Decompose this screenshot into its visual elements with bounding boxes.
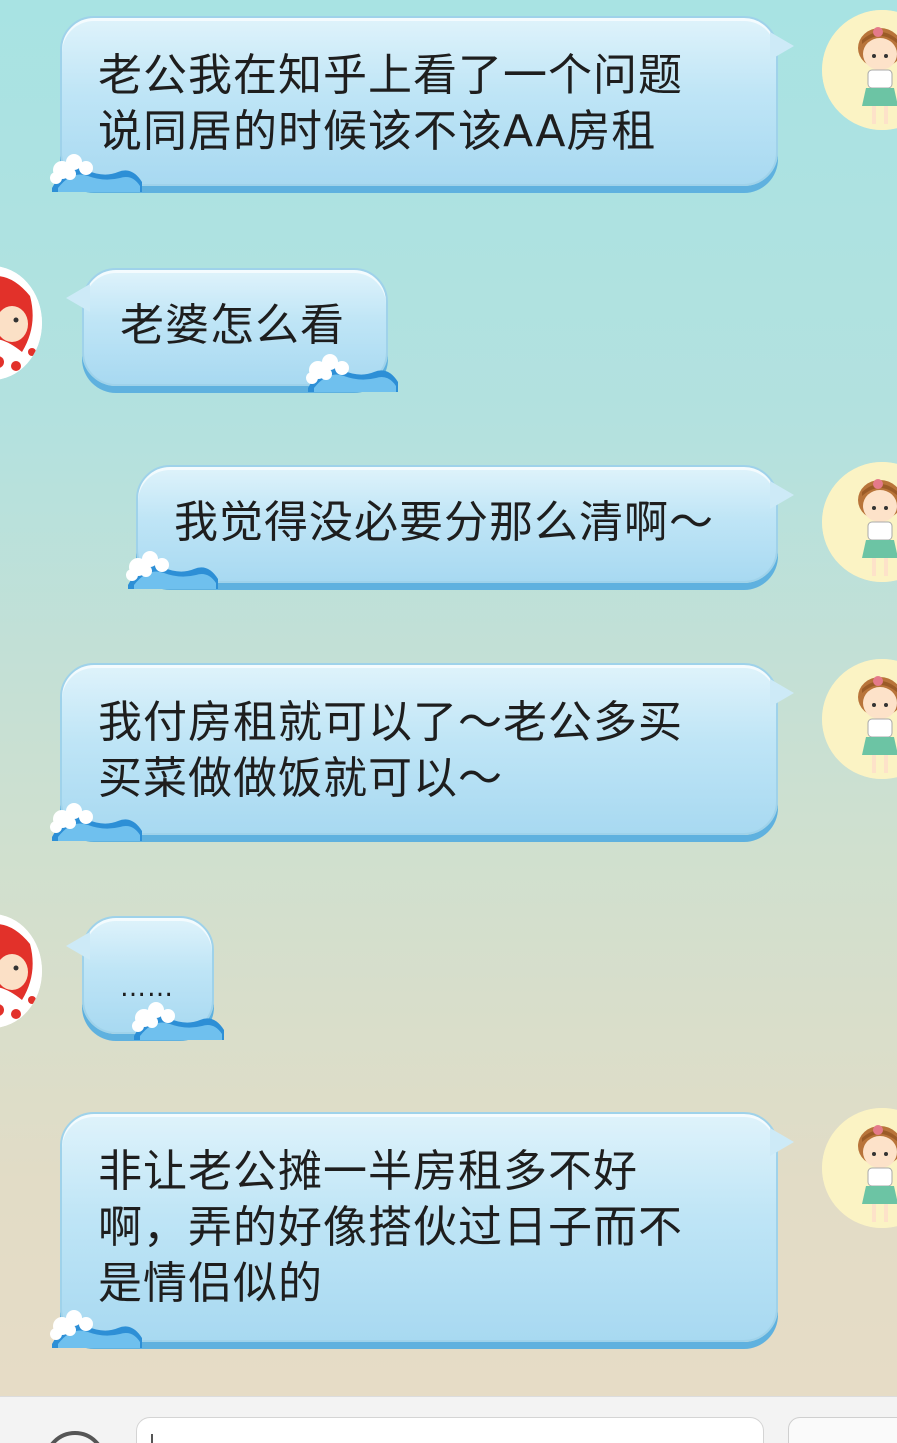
girl-avatar-icon[interactable]	[822, 659, 897, 779]
message-text: 非让老公摊一半房租多不好 啊，弄的好像搭伙过日子而不 是情侣似的	[98, 1146, 683, 1309]
girl-avatar-icon[interactable]	[822, 1108, 897, 1228]
wave-icon	[124, 545, 220, 589]
bubble-tail	[770, 481, 794, 509]
message-bubble-received[interactable]: 老婆怎么看	[66, 268, 388, 386]
input-bar	[0, 1396, 897, 1443]
message-bubble-sent[interactable]: 我觉得没必要分那么清啊～	[136, 465, 794, 583]
bubble-tail	[770, 1128, 794, 1156]
chat-area[interactable]: 老公我在知乎上看了一个问题 说同居的时候该不该AA房租 老婆怎么看 我觉得没必要…	[0, 0, 897, 1396]
message-bubble-sent[interactable]: 非让老公摊一半房租多不好 啊，弄的好像搭伙过日子而不 是情侣似的	[60, 1112, 794, 1342]
girl-avatar-icon[interactable]	[822, 462, 897, 582]
red-hair-avatar-icon[interactable]	[0, 266, 42, 380]
red-hair-avatar-icon[interactable]	[0, 914, 42, 1028]
message-bubble-received[interactable]: ……	[66, 916, 214, 1034]
bubble-tail	[66, 932, 90, 960]
girl-avatar-icon[interactable]	[822, 10, 897, 130]
bubble-tail	[770, 32, 794, 60]
send-button[interactable]	[788, 1417, 897, 1443]
wave-icon	[304, 348, 400, 392]
voice-icon[interactable]	[44, 1431, 106, 1443]
message-text: 我付房租就可以了～老公多买 买菜做做饭就可以～	[98, 697, 683, 804]
message-text: 老公我在知乎上看了一个问题 说同居的时候该不该AA房租	[98, 50, 683, 157]
message-text: ……	[120, 973, 174, 1003]
bubble-tail	[66, 284, 90, 312]
bubble-tail	[770, 679, 794, 707]
message-text: 老婆怎么看	[120, 300, 345, 351]
message-bubble-sent[interactable]: 老公我在知乎上看了一个问题 说同居的时候该不该AA房租	[60, 16, 794, 186]
message-bubble-sent[interactable]: 我付房租就可以了～老公多买 买菜做做饭就可以～	[60, 663, 794, 835]
message-input[interactable]	[136, 1417, 764, 1443]
message-text: 我觉得没必要分那么清啊～	[174, 497, 714, 548]
